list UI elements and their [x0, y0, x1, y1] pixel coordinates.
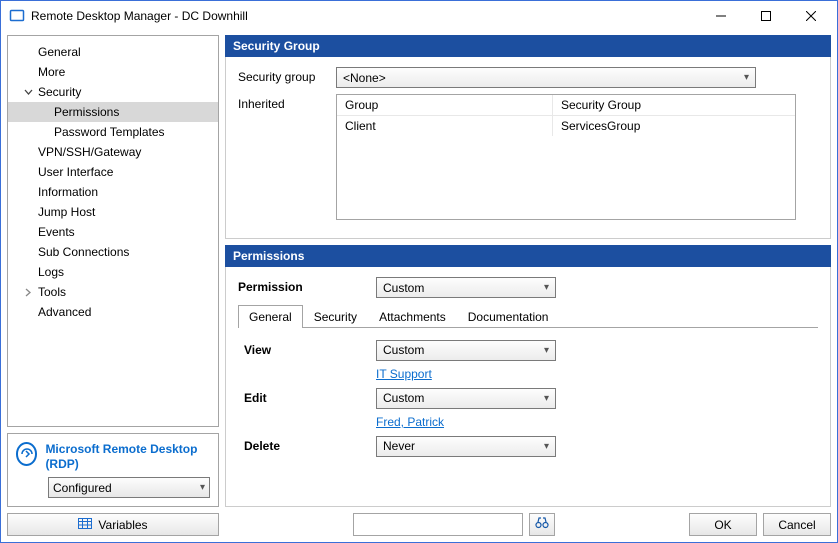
perm-delete-label: Delete — [244, 439, 376, 453]
col-security-group[interactable]: Security Group — [553, 95, 795, 115]
nav-item-general[interactable]: General — [8, 42, 218, 62]
nav-item-security[interactable]: Security — [8, 82, 218, 102]
chevron-down-icon: ▾ — [544, 441, 549, 452]
tab-documentation[interactable]: Documentation — [457, 305, 560, 328]
status-combo[interactable]: Configured ▾ — [48, 477, 210, 498]
window-title: Remote Desktop Manager - DC Downhill — [31, 9, 698, 23]
permission-label: Permission — [238, 277, 376, 294]
tab-security[interactable]: Security — [303, 305, 368, 328]
permissions-header: Permissions — [225, 245, 831, 267]
tab-attachments[interactable]: Attachments — [368, 305, 457, 328]
perm-edit-label: Edit — [244, 391, 376, 405]
grid-icon — [78, 518, 92, 532]
nav-item-sub-connections[interactable]: Sub Connections — [8, 242, 218, 262]
inherited-table: Group Security Group Client ServicesGrou… — [336, 94, 796, 220]
table-row[interactable]: Client ServicesGroup — [337, 116, 795, 136]
security-group-select[interactable]: <None> ▾ — [336, 67, 756, 88]
perm-edit-select[interactable]: Custom▾ — [376, 388, 556, 409]
nav-item-tools[interactable]: Tools — [8, 282, 218, 302]
search-button[interactable] — [529, 513, 555, 536]
nav-item-password-templates[interactable]: Password Templates — [8, 122, 218, 142]
cancel-button[interactable]: Cancel — [763, 513, 831, 536]
perm-view-select[interactable]: Custom▾ — [376, 340, 556, 361]
chevron-down-icon: ▾ — [544, 393, 549, 404]
nav-item-more[interactable]: More — [8, 62, 218, 82]
chevron-down-icon: ▾ — [744, 72, 749, 83]
permission-select[interactable]: Custom ▾ — [376, 277, 556, 298]
perm-delete-select[interactable]: Never▾ — [376, 436, 556, 457]
chevron-right-icon — [22, 288, 34, 297]
nav-tree: General More Security Permissions Passwo… — [7, 35, 219, 427]
security-group-label: Security group — [238, 67, 336, 84]
binoculars-icon — [535, 517, 549, 532]
chevron-down-icon — [22, 88, 34, 97]
chevron-down-icon: ▾ — [544, 345, 549, 356]
inherited-label: Inherited — [238, 94, 336, 111]
tab-general[interactable]: General — [238, 305, 303, 328]
search-input[interactable] — [353, 513, 523, 536]
window-controls — [698, 1, 833, 31]
nav-item-events[interactable]: Events — [8, 222, 218, 242]
connection-info-panel: Microsoft Remote Desktop (RDP) Configure… — [7, 433, 219, 507]
titlebar: Remote Desktop Manager - DC Downhill — [1, 1, 837, 31]
footer: Variables OK Cancel — [1, 507, 837, 542]
perm-view-link[interactable]: IT Support — [376, 367, 432, 381]
connection-type-label: Microsoft Remote Desktop (RDP) — [45, 442, 210, 471]
perm-view-label: View — [244, 343, 376, 357]
rdp-icon — [16, 442, 37, 466]
permission-tabs: General Security Attachments Documentati… — [238, 304, 818, 328]
perm-edit-link[interactable]: Fred, Patrick — [376, 415, 444, 429]
nav-item-user-interface[interactable]: User Interface — [8, 162, 218, 182]
nav-item-vpn-ssh-gateway[interactable]: VPN/SSH/Gateway — [8, 142, 218, 162]
nav-item-advanced[interactable]: Advanced — [8, 302, 218, 322]
nav-item-information[interactable]: Information — [8, 182, 218, 202]
chevron-down-icon: ▾ — [200, 482, 205, 493]
nav-item-logs[interactable]: Logs — [8, 262, 218, 282]
maximize-button[interactable] — [743, 1, 788, 31]
chevron-down-icon: ▾ — [544, 282, 549, 293]
close-button[interactable] — [788, 1, 833, 31]
nav-item-permissions[interactable]: Permissions — [8, 102, 218, 122]
nav-item-jump-host[interactable]: Jump Host — [8, 202, 218, 222]
variables-button[interactable]: Variables — [7, 513, 219, 536]
app-icon — [9, 8, 25, 24]
minimize-button[interactable] — [698, 1, 743, 31]
ok-button[interactable]: OK — [689, 513, 757, 536]
col-group[interactable]: Group — [337, 95, 553, 115]
security-group-header: Security Group — [225, 35, 831, 57]
